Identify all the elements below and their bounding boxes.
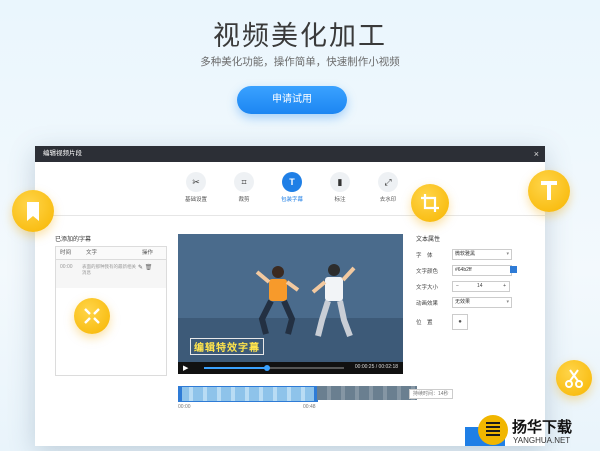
chevron-down-icon: ▾ [506, 251, 509, 257]
bookmark-icon [12, 190, 54, 232]
plus-icon[interactable]: + [503, 282, 506, 291]
position-picker[interactable]: ● [452, 314, 468, 330]
text-properties-title: 文本属性 [416, 237, 441, 243]
expand-icon: ⤢ [378, 172, 398, 192]
size-value: 14 [477, 283, 483, 289]
subtitle-list-title: 已添加的字幕 [55, 237, 92, 243]
hero-subtitle: 多种美化功能，操作简单，快速制作小视频 [200, 56, 400, 68]
scissors-icon: ✂ [186, 172, 206, 192]
player-controls: ▶ 00:00:25 / 00:02:18 [178, 362, 403, 374]
watermark-domain: YANGHUA.NET [513, 436, 571, 445]
apply-trial-button[interactable]: 申请试用 [237, 86, 347, 114]
subtitle-table: 时间 文字 操作 00:00 表面的那种我有的最新相关消息 ✎ 🗑 [55, 246, 167, 376]
tab-label: 裁剪 [238, 197, 250, 203]
column-header: 时间 [60, 250, 72, 256]
edit-icon[interactable]: ✎ [138, 265, 143, 271]
timeline-track[interactable] [317, 386, 417, 400]
video-preview[interactable]: 编辑特效字幕 ▶ 00:00:25 / 00:02:18 [178, 234, 403, 374]
crop-icon: ⌗ [234, 172, 254, 192]
bookmark-icon: ▮ [330, 172, 350, 192]
playback-time: 00:00:25 / 00:02:18 [354, 364, 398, 370]
font-value: 微软雅黑 [455, 251, 476, 257]
subtitle-table-header: 时间 文字 操作 [56, 247, 166, 260]
tool-tabs: ✂ 基础设置 ⌗ 裁剪 T 包装字幕 ▮ 标注 ⤢ 去水印 [175, 172, 415, 208]
tab-label: 包装字幕 [280, 197, 303, 203]
dancer-white-illustration [311, 264, 356, 338]
row-time: 00:00 [60, 264, 73, 270]
animation-label: 动画效果 [416, 301, 439, 307]
tab-label: 标注 [334, 197, 346, 203]
size-stepper[interactable]: − 14 + [452, 281, 510, 292]
scissors-icon [556, 360, 592, 396]
tab-label: 基础设置 [184, 197, 207, 203]
animation-select[interactable]: 无效果 ▾ [452, 297, 512, 308]
size-label: 文字大小 [416, 285, 439, 291]
text-icon: T [282, 172, 302, 192]
close-icon[interactable]: × [534, 146, 539, 162]
duration-label: 持续时间：14秒 [409, 389, 453, 399]
timeline-selected-clip[interactable] [178, 386, 318, 402]
edit-video-dialog: 编辑视频片段 × ✂ 基础设置 ⌗ 裁剪 T 包装字幕 ▮ 标注 ⤢ 去水印 已… [35, 146, 545, 446]
delete-icon[interactable]: 🗑 [145, 265, 153, 271]
progress-handle[interactable] [264, 365, 270, 371]
dialog-title: 编辑视频片段 [43, 150, 82, 157]
row-text: 表面的那种我有的最新相关消息 [82, 264, 136, 275]
tab-basic-settings[interactable]: ✂ 基础设置 [175, 172, 217, 203]
timeline-mid-time: 00:48 [303, 404, 316, 410]
tab-remove-watermark[interactable]: ⤢ 去水印 [367, 172, 409, 203]
animation-value: 无效果 [455, 299, 471, 305]
play-icon[interactable]: ▶ [183, 364, 188, 372]
dialog-title-bar: 编辑视频片段 × [35, 146, 545, 162]
position-label: 位 置 [416, 320, 433, 326]
expand-icon [74, 298, 110, 334]
color-input[interactable]: #64b2ff [452, 265, 512, 276]
tab-subtitles[interactable]: T 包装字幕 [271, 172, 313, 203]
watermark-logo-icon [478, 415, 508, 445]
column-header: 操作 [142, 250, 154, 256]
font-label: 字 体 [416, 253, 433, 259]
dancer-orange-illustration [255, 266, 300, 335]
crop-icon [411, 184, 449, 222]
table-row[interactable]: 00:00 表面的那种我有的最新相关消息 ✎ 🗑 [56, 260, 166, 288]
progress-bar[interactable] [204, 365, 344, 371]
tab-crop[interactable]: ⌗ 裁剪 [223, 172, 265, 203]
progress-fill [204, 367, 267, 369]
trim-handle-left[interactable] [178, 386, 182, 402]
tabs-divider [35, 215, 545, 216]
minus-icon[interactable]: − [456, 282, 459, 291]
column-header: 文字 [86, 250, 98, 256]
color-value: #64b2ff [455, 267, 472, 273]
hero-title: 视频美化加工 [213, 21, 387, 51]
color-swatch[interactable] [510, 266, 517, 273]
color-label: 文字颜色 [416, 269, 439, 275]
site-watermark: 扬华下载 YANGHUA.NET [474, 412, 600, 451]
text-icon [528, 170, 570, 212]
tab-annotate[interactable]: ▮ 标注 [319, 172, 361, 203]
font-select[interactable]: 微软雅黑 ▾ [452, 249, 512, 260]
subtitle-caption[interactable]: 编辑特效字幕 [190, 338, 264, 355]
chevron-down-icon: ▾ [506, 299, 509, 305]
watermark-text: 扬华下载 [512, 419, 573, 436]
row-actions: ✎ 🗑 [138, 264, 152, 288]
tab-label: 去水印 [379, 197, 397, 203]
timeline-start-time: 00:00 [178, 404, 191, 410]
